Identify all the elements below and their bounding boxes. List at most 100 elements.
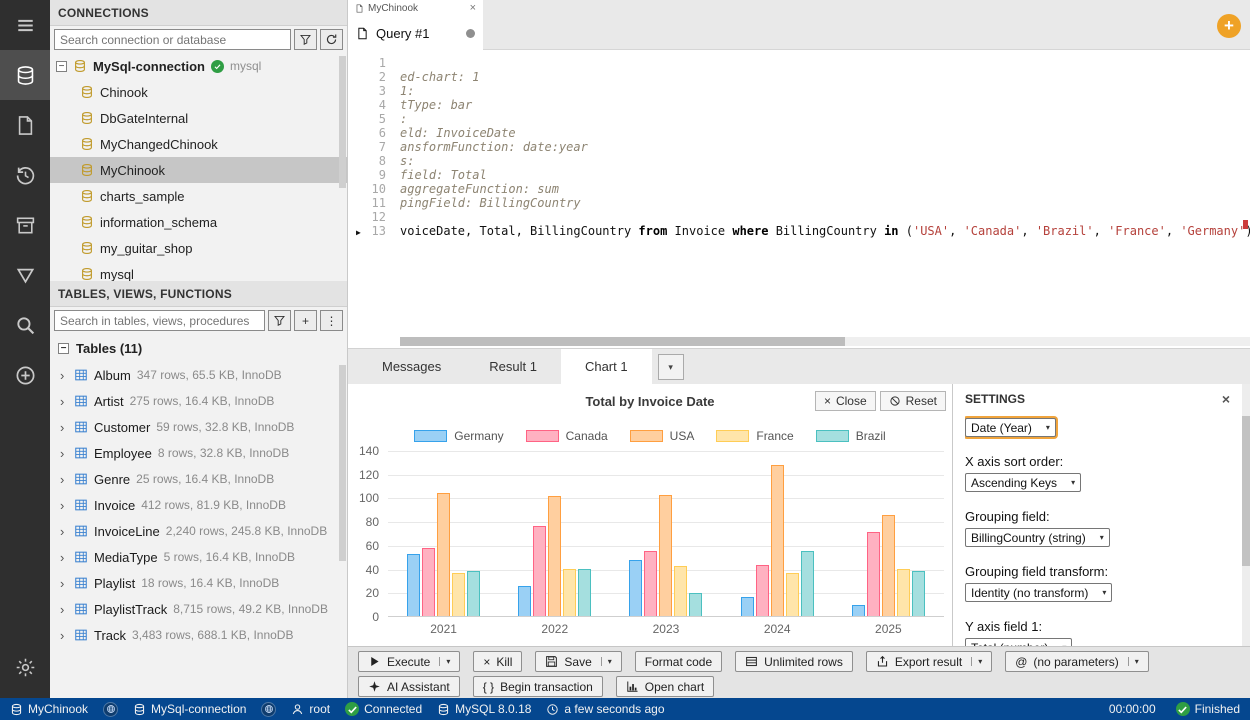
code-line[interactable]: 8 s: [348, 154, 1250, 168]
code-line[interactable]: 5: [348, 112, 1250, 126]
setting-select[interactable]: BillingCountry (string) ▾ [965, 528, 1110, 547]
expand-arrow-icon[interactable]: › [60, 628, 68, 643]
code-line[interactable]: 11 pingField: BillingCountry [348, 196, 1250, 210]
tables-search-input[interactable] [54, 310, 265, 331]
expand-arrow-icon[interactable]: › [60, 498, 68, 513]
close-icon[interactable]: × [1222, 391, 1230, 407]
editor-hscrollbar[interactable] [400, 337, 1250, 346]
tab-query1[interactable]: MyChinook × Query #1 [348, 0, 483, 50]
connections-search-input[interactable] [54, 29, 291, 50]
database-item[interactable]: mysql [50, 261, 347, 281]
legend-item[interactable]: France [716, 429, 794, 443]
table-item[interactable]: › InvoiceLine 2,240 rows, 245.8 KB, InnoDB [50, 518, 347, 544]
database-item[interactable]: MyChinook [50, 157, 347, 183]
tables-group-row[interactable]: − Tables (11) [50, 334, 347, 362]
code-line[interactable]: 12 [348, 210, 1250, 224]
collapse-icon[interactable]: − [58, 342, 69, 354]
code-line[interactable]: 9 field: Total [348, 168, 1250, 182]
settings-scrollbar[interactable] [1242, 384, 1250, 646]
rail-files-button[interactable] [0, 100, 50, 150]
code-line[interactable]: 3 1: [348, 84, 1250, 98]
code-line[interactable]: ▶ 13 voiceDate, Total, BillingCountry from… [348, 224, 1250, 238]
rail-search-button[interactable] [0, 300, 50, 350]
rail-query-designer-button[interactable] [0, 250, 50, 300]
refresh-button[interactable] [320, 29, 343, 50]
code-line[interactable]: 10 aggregateFunction: sum [348, 182, 1250, 196]
scrollbar-thumb[interactable] [339, 56, 346, 188]
results-tab-result-1[interactable]: Result 1 [465, 349, 561, 384]
status-item[interactable]: MySQL 8.0.18 [437, 702, 531, 716]
database-item[interactable]: MyChangedChinook [50, 131, 347, 157]
setting-select[interactable]: Date (Year) ▾ [965, 418, 1056, 437]
expand-arrow-icon[interactable]: › [60, 446, 68, 461]
code-line[interactable]: 6 eld: InvoiceDate [348, 126, 1250, 140]
table-item[interactable]: › PlaylistTrack 8,715 rows, 49.2 KB, InnoD… [50, 596, 347, 622]
execute-button[interactable]: Execute ▾ [358, 651, 461, 672]
connection-item[interactable]: − MySql-connection mysql [50, 53, 347, 79]
scrollbar-thumb[interactable] [1242, 416, 1250, 566]
more-menu-button[interactable]: ⋮ [320, 310, 343, 331]
rail-settings-button[interactable] [0, 642, 50, 692]
status-item[interactable]: Connected [345, 702, 422, 716]
add-table-button[interactable]: + [294, 310, 317, 331]
table-item[interactable]: › Artist 275 rows, 16.4 KB, InnoDB [50, 388, 347, 414]
sql-editor[interactable]: 1 2 ed-chart: 1 3 1: 4 tType: bar 5:6 eld: Invoi… [348, 50, 1250, 348]
begin-transaction-button[interactable]: { } Begin transaction [472, 676, 603, 697]
legend-item[interactable]: Brazil [815, 429, 886, 443]
setting-select[interactable]: Ascending Keys ▾ [965, 473, 1082, 492]
reset-chart-button[interactable]: Reset [879, 391, 946, 411]
table-item[interactable]: › Playlist 18 rows, 16.4 KB, InnoDB [50, 570, 347, 596]
status-item[interactable] [103, 701, 119, 717]
database-item[interactable]: information_schema [50, 209, 347, 235]
code-line[interactable]: 4 tType: bar [348, 98, 1250, 112]
chevron-down-icon[interactable]: ▾ [600, 657, 612, 666]
expand-arrow-icon[interactable]: › [60, 550, 68, 565]
save-button[interactable]: Save ▾ [535, 651, 622, 672]
status-item[interactable]: MySql-connection [133, 702, 246, 716]
expand-arrow-icon[interactable]: › [60, 420, 68, 435]
no-parameters-button[interactable]: @ (no parameters) ▾ [1005, 651, 1149, 672]
code-line[interactable]: 1 [348, 56, 1250, 70]
table-item[interactable]: › Employee 8 rows, 32.8 KB, InnoDB [50, 440, 347, 466]
legend-item[interactable]: Germany [414, 429, 504, 443]
setting-select[interactable]: Identity (no transform) ▾ [965, 583, 1113, 602]
setting-select[interactable]: Total (number)▾ [965, 638, 1073, 646]
collapse-icon[interactable]: − [56, 60, 67, 72]
status-item[interactable]: 00:00:00 [1109, 702, 1156, 716]
expand-arrow-icon[interactable]: › [60, 472, 68, 487]
chevron-down-icon[interactable]: ▾ [439, 657, 450, 666]
database-item[interactable]: Chinook [50, 79, 347, 105]
expand-arrow-icon[interactable]: › [60, 394, 68, 409]
expand-arrow-icon[interactable]: › [60, 602, 68, 617]
chevron-down-icon[interactable]: ▾ [1127, 657, 1139, 666]
scrollbar-thumb[interactable] [339, 365, 346, 561]
rail-history-button[interactable] [0, 150, 50, 200]
legend-item[interactable]: Canada [525, 429, 608, 443]
expand-arrow-icon[interactable]: › [60, 576, 68, 591]
chevron-down-icon[interactable]: ▾ [971, 657, 982, 666]
export-result-button[interactable]: Export result ▾ [865, 651, 993, 672]
close-icon[interactable]: × [470, 2, 476, 14]
code-line[interactable]: 7 ansformFunction: date:year [348, 140, 1250, 154]
status-item[interactable]: a few seconds ago [546, 702, 665, 716]
results-tab-messages[interactable]: Messages [358, 349, 465, 384]
close-chart-button[interactable]: × Close [814, 391, 876, 411]
rail-archive-button[interactable] [0, 200, 50, 250]
database-item[interactable]: charts_sample [50, 183, 347, 209]
kill-button[interactable]: × Kill [473, 651, 523, 672]
legend-item[interactable]: USA [629, 429, 694, 443]
table-item[interactable]: › Invoice 412 rows, 81.9 KB, InnoDB [50, 492, 347, 518]
status-item[interactable]: root [291, 702, 330, 716]
add-tab-button[interactable]: + [1217, 14, 1241, 38]
format-code-button[interactable]: Format code [634, 651, 723, 672]
table-item[interactable]: › Genre 25 rows, 16.4 KB, InnoDB [50, 466, 347, 492]
code-line[interactable]: 2 ed-chart: 1 [348, 70, 1250, 84]
table-item[interactable]: › MediaType 5 rows, 16.4 KB, InnoDB [50, 544, 347, 570]
status-item[interactable]: MyChinook [10, 702, 88, 716]
status-item[interactable] [261, 701, 277, 717]
results-tab-dropdown-button[interactable]: ▾ [657, 354, 684, 380]
rail-connections-button[interactable] [0, 50, 50, 100]
table-item[interactable]: › Album 347 rows, 65.5 KB, InnoDB [50, 362, 347, 388]
unlimited-rows-button[interactable]: Unlimited rows [735, 651, 853, 672]
scrollbar-thumb[interactable] [400, 337, 845, 346]
